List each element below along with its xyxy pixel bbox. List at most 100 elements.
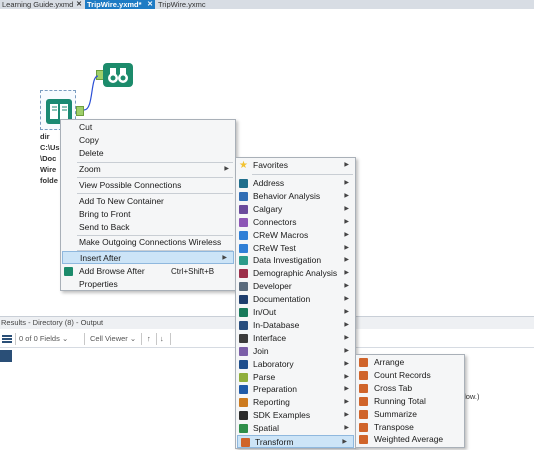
menu-item-label: Zoom	[79, 164, 101, 174]
close-icon[interactable]: ✕	[76, 0, 82, 9]
submenu-arrow-icon: ▶	[344, 192, 349, 199]
cell-viewer-label: Cell Viewer	[90, 334, 128, 343]
in-database-icon	[239, 320, 248, 330]
submenu-item-label: Reporting	[253, 397, 290, 408]
cell-viewer-selector[interactable]: Cell Viewer ⌄	[90, 333, 136, 345]
submenu-item-documentation[interactable]: Documentation ▶	[236, 293, 355, 306]
directory-output-anchor[interactable]	[76, 106, 84, 116]
tab-learning-guide[interactable]: Learning Guide.yxmd ✕	[0, 0, 84, 9]
menu-item-add-browse-after[interactable]: Add Browse After Ctrl+Shift+B	[61, 265, 235, 278]
submenu-arrow-icon: ▶	[344, 244, 349, 251]
submenu-item-address[interactable]: Address ▶	[236, 177, 355, 190]
transform-item-summarize[interactable]: Summarize	[356, 408, 464, 421]
tab-label: TripWire.yxmd*	[87, 0, 142, 9]
transform-item-running-total[interactable]: Running Total	[356, 395, 464, 408]
submenu-item-data-investigation[interactable]: Data Investigation ▶	[236, 254, 355, 267]
list-view-icon[interactable]	[2, 333, 12, 345]
submenu-arrow-icon: ▶	[344, 162, 349, 168]
submenu-item-join[interactable]: Join ▶	[236, 345, 355, 358]
submenu-item-favorites[interactable]: ★ Favorites ▶	[236, 159, 355, 172]
menu-item-view-possible-connections[interactable]: View Possible Connections	[61, 179, 235, 192]
menu-item-send-to-back[interactable]: Send to Back	[61, 221, 235, 234]
submenu-item-label: Demographic Analysis	[253, 268, 338, 279]
menu-item-label: Add Browse After	[79, 266, 145, 276]
submenu-item-label: Preparation	[253, 384, 297, 395]
submenu-arrow-icon: ▶	[344, 309, 349, 315]
menu-item-copy[interactable]: Copy	[61, 134, 235, 147]
submenu-item-label: Address	[253, 178, 285, 188]
transform-item-weighted-average[interactable]: Weighted Average	[356, 433, 464, 446]
reporting-icon	[239, 398, 248, 408]
tab-tripwire-yxmd[interactable]: TripWire.yxmd* ✕	[85, 0, 155, 9]
transform-item-label: Cross Tab	[374, 382, 413, 393]
submenu-item-label: In/Out	[253, 307, 277, 317]
submenu-item-developer[interactable]: Developer ▶	[236, 280, 355, 293]
toolbar-divider	[84, 333, 85, 345]
spatial-icon	[239, 424, 248, 434]
submenu-item-in-out[interactable]: In/Out ▶	[236, 306, 355, 319]
menu-item-delete[interactable]: Delete	[61, 147, 235, 160]
submenu-item-label: Favorites	[253, 160, 288, 170]
toolbar-divider	[15, 333, 16, 345]
submenu-item-label: Spatial	[253, 423, 279, 434]
tab-tripwire-yxmc[interactable]: TripWire.yxmc	[156, 0, 226, 9]
transform-item-transpose[interactable]: Transpose	[356, 421, 464, 434]
submenu-item-spatial[interactable]: Spatial ▶	[236, 422, 355, 435]
submenu-arrow-icon: ▶	[344, 296, 349, 303]
tag-icon[interactable]	[0, 350, 12, 362]
submenu-arrow-icon: ▶	[344, 386, 349, 393]
submenu-item-preparation[interactable]: Preparation ▶	[236, 383, 355, 396]
address-icon	[239, 179, 248, 188]
submenu-arrow-icon: ▶	[344, 425, 349, 432]
demographic-analysis-icon	[239, 269, 248, 279]
menu-item-label: Send to Back	[79, 222, 130, 232]
submenu-item-reporting[interactable]: Reporting ▶	[236, 396, 355, 409]
submenu-item-label: Documentation	[253, 294, 311, 305]
submenu-item-sdk-examples[interactable]: SDK Examples ▶	[236, 409, 355, 422]
submenu-item-laboratory[interactable]: Laboratory ▶	[236, 358, 355, 371]
submenu-item-calgary[interactable]: Calgary ▶	[236, 203, 355, 216]
menu-item-label: Make Outgoing Connections Wireless	[79, 237, 222, 247]
submenu-item-label: Developer	[253, 281, 292, 292]
tab-label: Learning Guide.yxmd	[2, 0, 74, 9]
submenu-item-crew-test[interactable]: CReW Test ▶	[236, 242, 355, 255]
menu-separator	[77, 177, 233, 178]
submenu-arrow-icon: ▶	[344, 231, 349, 238]
context-menu: Cut Copy Delete Zoom ▶ View Possible Conn…	[60, 119, 236, 291]
menu-item-shortcut: Ctrl+Shift+B	[171, 267, 215, 276]
close-icon[interactable]: ✕	[147, 0, 153, 9]
star-icon: ★	[239, 160, 248, 171]
menu-item-cut[interactable]: Cut	[61, 121, 235, 134]
menu-item-properties[interactable]: Properties	[61, 278, 235, 291]
menu-item-add-to-new-container[interactable]: Add To New Container	[61, 195, 235, 208]
submenu-arrow-icon: ▶	[344, 399, 349, 406]
submenu-item-behavior-analysis[interactable]: Behavior Analysis ▶	[236, 190, 355, 203]
menu-item-label: Insert After	[80, 253, 122, 263]
sort-up-button[interactable]: ↑	[147, 333, 151, 345]
submenu-item-label: SDK Examples	[253, 410, 311, 421]
menu-item-make-outgoing-wireless[interactable]: Make Outgoing Connections Wireless	[61, 236, 235, 249]
sort-down-button[interactable]: ↓	[160, 333, 164, 345]
fields-selector[interactable]: 0 of 0 Fields ⌄	[19, 333, 68, 345]
results-title: Results - Directory (8) - Output	[1, 318, 104, 327]
menu-item-insert-after[interactable]: Insert After ▶	[62, 251, 234, 264]
transform-item-count-records[interactable]: Count Records	[356, 369, 464, 382]
submenu-item-crew-macros[interactable]: CReW Macros ▶	[236, 229, 355, 242]
arrow-down-icon: ↓	[160, 334, 164, 343]
summarize-icon	[359, 409, 368, 419]
submenu-item-connectors[interactable]: Connectors ▶	[236, 216, 355, 229]
menu-item-zoom[interactable]: Zoom ▶	[61, 163, 235, 176]
submenu-item-label: Join	[253, 345, 269, 356]
interface-icon	[239, 333, 248, 343]
submenu-item-in-database[interactable]: In-Database ▶	[236, 319, 355, 332]
transform-item-arrange[interactable]: Arrange	[356, 356, 464, 369]
submenu-item-transform[interactable]: Transform ▶	[237, 435, 354, 448]
submenu-item-interface[interactable]: Interface ▶	[236, 332, 355, 345]
transpose-icon	[359, 422, 368, 432]
transform-item-cross-tab[interactable]: Cross Tab	[356, 382, 464, 395]
submenu-item-label: In-Database	[253, 319, 300, 330]
submenu-item-demographic-analysis[interactable]: Demographic Analysis ▶	[236, 267, 355, 280]
submenu-item-parse[interactable]: Parse ▶	[236, 371, 355, 384]
browse-tool[interactable]	[103, 63, 133, 87]
menu-item-bring-to-front[interactable]: Bring to Front	[61, 208, 235, 221]
